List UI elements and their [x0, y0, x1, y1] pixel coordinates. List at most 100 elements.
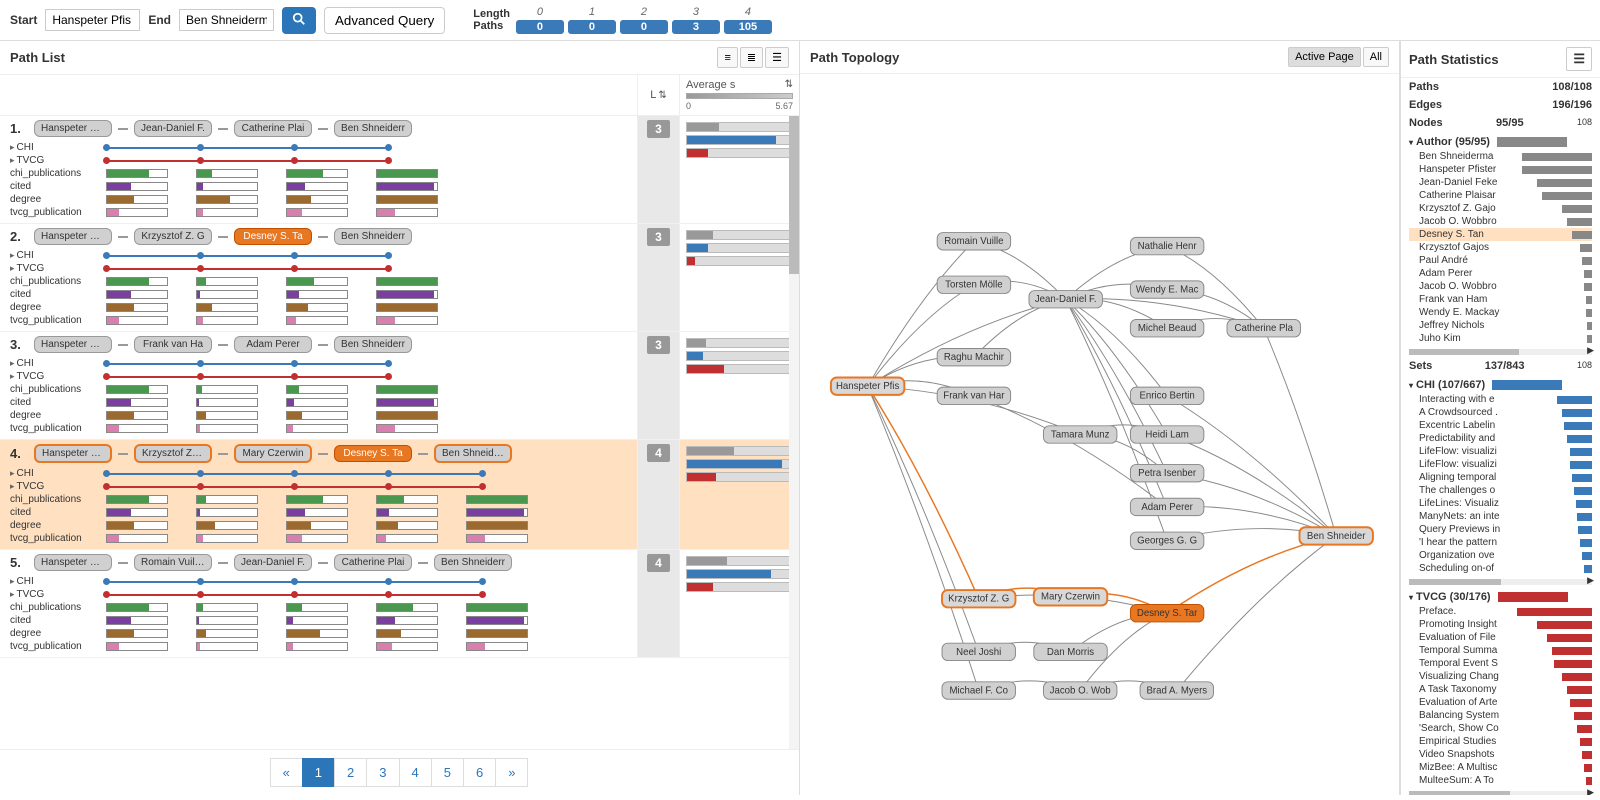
- stat-item[interactable]: Evaluation of Arte: [1409, 696, 1592, 709]
- stat-item[interactable]: Adam Perer: [1409, 267, 1592, 280]
- attr-label[interactable]: ▸CHI: [10, 576, 100, 587]
- stat-item[interactable]: 'Search, Show Co: [1409, 722, 1592, 735]
- topo-node[interactable]: Desney S. Tar: [1130, 605, 1203, 622]
- page-button[interactable]: 6: [463, 758, 496, 787]
- stat-item[interactable]: Visualizing Chang: [1409, 670, 1592, 683]
- stat-item[interactable]: Catherine Plaisar: [1409, 189, 1592, 202]
- col-length-header[interactable]: L⇅: [637, 75, 679, 115]
- length-count-pill[interactable]: 0: [620, 20, 668, 34]
- topo-node[interactable]: Brad A. Myers: [1140, 682, 1213, 699]
- path-entry[interactable]: 2.Hanspeter PfisKrzysztof Z. GDesney S. …: [0, 224, 799, 332]
- stat-item[interactable]: Video Snapshots: [1409, 748, 1592, 761]
- topo-node[interactable]: Michael F. Co: [942, 682, 1015, 699]
- topo-node[interactable]: Dan Morris: [1034, 643, 1107, 660]
- scrollbar[interactable]: ▶: [1409, 349, 1592, 355]
- stat-item[interactable]: LifeFlow: visualizi: [1409, 445, 1592, 458]
- path-node[interactable]: Krzysztof Z. G: [134, 228, 212, 245]
- topo-node[interactable]: Frank van Har: [937, 387, 1010, 404]
- topo-node[interactable]: Wendy E. Mac: [1130, 281, 1203, 298]
- path-node[interactable]: Ben Shneiderr: [434, 444, 512, 463]
- stat-item[interactable]: LifeLines: Visualiz: [1409, 497, 1592, 510]
- path-entry[interactable]: 4.Hanspeter PfisKrzysztof Z. GMary Czerw…: [0, 440, 799, 550]
- topo-node[interactable]: Jean-Daniel F.: [1029, 291, 1102, 308]
- stat-item[interactable]: Temporal Summa: [1409, 644, 1592, 657]
- stat-item[interactable]: Excentric Labelin: [1409, 419, 1592, 432]
- stat-section-header[interactable]: ▾TVCG (30/176): [1409, 589, 1592, 605]
- stat-item[interactable]: Hanspeter Pfister: [1409, 163, 1592, 176]
- path-node[interactable]: Krzysztof Z. G: [134, 444, 212, 463]
- stat-section-header[interactable]: ▾CHI (107/667): [1409, 377, 1592, 393]
- page-button[interactable]: «: [270, 758, 303, 787]
- path-node[interactable]: Catherine Plai: [334, 554, 412, 571]
- stat-item[interactable]: Ben Shneiderma: [1409, 150, 1592, 163]
- attr-label[interactable]: ▸TVCG: [10, 589, 100, 600]
- topology-graph[interactable]: Hanspeter PfisRomain VuilleTorsten Mölle…: [800, 74, 1399, 795]
- stat-item[interactable]: LifeFlow: visualizi: [1409, 458, 1592, 471]
- page-button[interactable]: 1: [302, 758, 335, 787]
- path-node[interactable]: Catherine Plai: [234, 120, 312, 137]
- attr-label[interactable]: ▸TVCG: [10, 155, 100, 166]
- advanced-query-button[interactable]: Advanced Query: [324, 7, 445, 34]
- path-node[interactable]: Ben Shneiderr: [434, 554, 512, 571]
- length-count-pill[interactable]: 0: [516, 20, 564, 34]
- attr-label[interactable]: ▸CHI: [10, 358, 100, 369]
- page-button[interactable]: 3: [366, 758, 399, 787]
- path-entry[interactable]: 1.Hanspeter PfisJean-Daniel F.Catherine …: [0, 116, 799, 224]
- length-count-pill[interactable]: 0: [568, 20, 616, 34]
- topo-node[interactable]: Krzysztof Z. G: [942, 590, 1015, 607]
- scrollbar[interactable]: ▶: [1409, 791, 1592, 795]
- topo-node[interactable]: Catherine Pla: [1227, 320, 1300, 337]
- stat-item[interactable]: Query Previews in: [1409, 523, 1592, 536]
- stat-item[interactable]: Evaluation of File: [1409, 631, 1592, 644]
- topo-node[interactable]: Heidi Lam: [1130, 426, 1203, 443]
- stat-item[interactable]: A Task Taxonomy: [1409, 683, 1592, 696]
- topo-node[interactable]: Neel Joshi: [942, 643, 1015, 660]
- stat-item[interactable]: Temporal Event S: [1409, 657, 1592, 670]
- stat-item[interactable]: Jean-Daniel Feke: [1409, 176, 1592, 189]
- stat-item[interactable]: Empirical Studies: [1409, 735, 1592, 748]
- stat-item[interactable]: Juho Kim: [1409, 332, 1592, 345]
- stat-item[interactable]: Balancing System: [1409, 709, 1592, 722]
- page-button[interactable]: 5: [431, 758, 464, 787]
- path-node[interactable]: Jean-Daniel F.: [134, 120, 212, 137]
- path-node[interactable]: Hanspeter Pfis: [34, 336, 112, 353]
- start-input[interactable]: [45, 9, 140, 31]
- stat-item[interactable]: Preface.: [1409, 605, 1592, 618]
- path-node[interactable]: Adam Perer: [234, 336, 312, 353]
- align-justify-button[interactable]: ☰: [765, 47, 789, 68]
- stat-item[interactable]: Aligning temporal: [1409, 471, 1592, 484]
- stat-item[interactable]: Jeffrey Nichols: [1409, 319, 1592, 332]
- attr-label[interactable]: ▸TVCG: [10, 263, 100, 274]
- search-button[interactable]: [282, 7, 316, 34]
- stat-item[interactable]: Jacob O. Wobbro: [1409, 280, 1592, 293]
- topo-node[interactable]: Raghu Machir: [937, 349, 1010, 366]
- topo-node[interactable]: Mary Czerwin: [1034, 588, 1107, 605]
- path-list-body[interactable]: 1.Hanspeter PfisJean-Daniel F.Catherine …: [0, 116, 799, 749]
- topo-node[interactable]: Romain Vuille: [937, 233, 1010, 250]
- stat-section-header[interactable]: ▾Author (95/95): [1409, 134, 1592, 150]
- topo-node[interactable]: Adam Perer: [1130, 498, 1203, 515]
- align-center-button[interactable]: ≣: [740, 47, 763, 68]
- page-button[interactable]: »: [495, 758, 528, 787]
- length-count-pill[interactable]: 105: [724, 20, 772, 34]
- stat-item[interactable]: Wendy E. Mackay: [1409, 306, 1592, 319]
- path-entry[interactable]: 3.Hanspeter PfisFrank van HaAdam PererBe…: [0, 332, 799, 440]
- stat-item[interactable]: MizBee: A Multisc: [1409, 761, 1592, 774]
- menu-icon[interactable]: ☰: [1566, 47, 1592, 71]
- path-node[interactable]: Jean-Daniel F.: [234, 554, 312, 571]
- topo-node[interactable]: Torsten Mölle: [937, 276, 1010, 293]
- stat-item[interactable]: A Crowdsourced .: [1409, 406, 1592, 419]
- page-button[interactable]: 2: [334, 758, 367, 787]
- length-count-pill[interactable]: 3: [672, 20, 720, 34]
- topo-node[interactable]: Jacob O. Wob: [1043, 682, 1116, 699]
- path-node[interactable]: Ben Shneiderr: [334, 120, 412, 137]
- attr-label[interactable]: ▸CHI: [10, 142, 100, 153]
- stat-item[interactable]: The challenges o: [1409, 484, 1592, 497]
- topo-node[interactable]: Enrico Bertin: [1130, 387, 1203, 404]
- topo-node[interactable]: Petra Isenber: [1130, 464, 1203, 481]
- stat-item[interactable]: Promoting Insight: [1409, 618, 1592, 631]
- path-entry[interactable]: 5.Hanspeter PfisRomain VuillerJean-Danie…: [0, 550, 799, 658]
- stat-item[interactable]: Paul André: [1409, 254, 1592, 267]
- stat-item[interactable]: Scheduling on-of: [1409, 562, 1592, 575]
- attr-label[interactable]: ▸CHI: [10, 468, 100, 479]
